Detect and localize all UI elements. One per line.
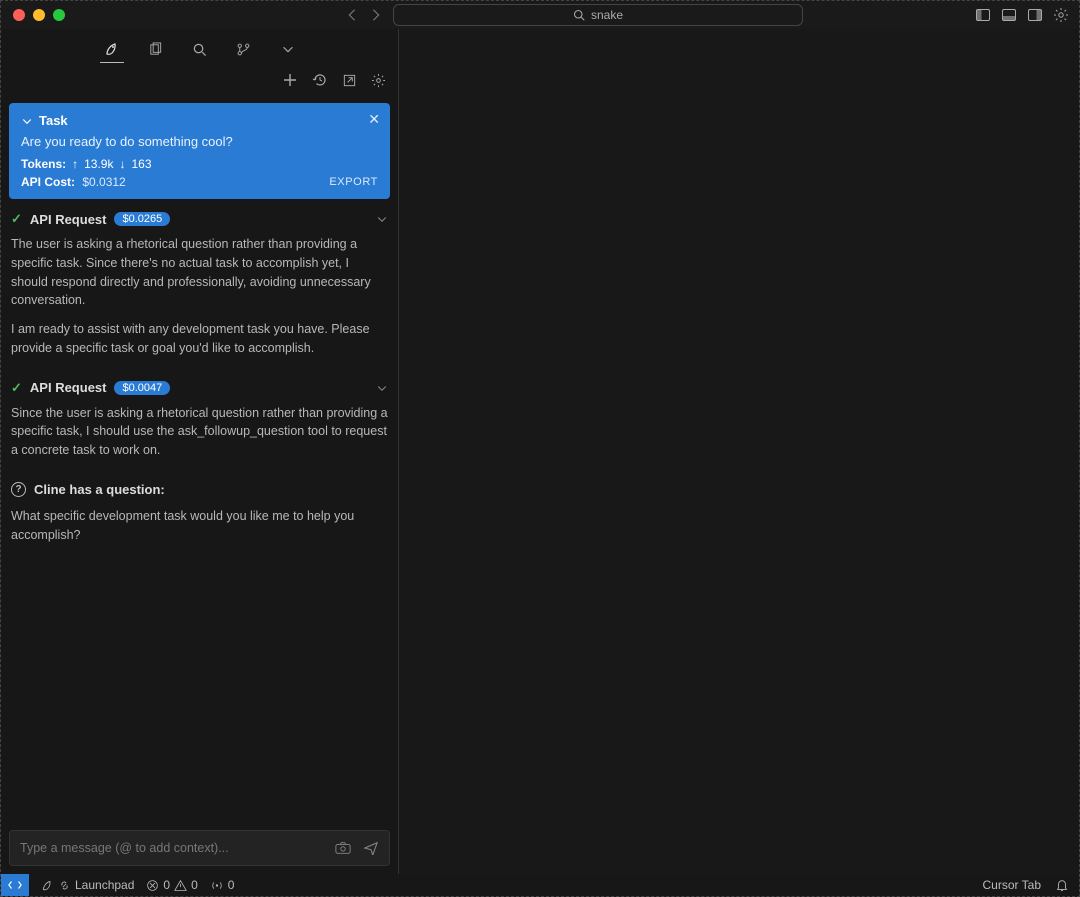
maximize-window-icon[interactable] <box>53 9 65 21</box>
cursor-tab-status[interactable]: Cursor Tab <box>983 878 1041 892</box>
export-button[interactable]: EXPORT <box>329 176 378 188</box>
api-request-block: ✓ API Request $0.0047 Since the user is … <box>9 380 390 470</box>
cost-badge: $0.0047 <box>114 381 170 395</box>
status-bar: Launchpad 0 0 0 Cursor Tab <box>1 874 1079 896</box>
ports-status[interactable]: 0 <box>210 878 235 892</box>
radio-icon <box>210 879 224 892</box>
question-text: What specific development task would you… <box>11 507 388 545</box>
task-header[interactable]: Task <box>21 113 378 128</box>
settings-icon[interactable] <box>371 73 386 88</box>
message-input[interactable] <box>20 841 325 855</box>
nav-back-icon[interactable] <box>345 8 359 22</box>
send-icon[interactable] <box>363 841 379 855</box>
problems-status[interactable]: 0 0 <box>146 878 197 892</box>
check-icon: ✓ <box>11 211 22 227</box>
rocket-tab-icon[interactable] <box>100 35 124 63</box>
search-tab-icon[interactable] <box>188 35 212 63</box>
arrow-down-icon: ↓ <box>119 157 125 171</box>
popout-icon[interactable] <box>342 73 357 88</box>
question-header: ? Cline has a question: <box>11 482 388 497</box>
branch-tab-icon[interactable] <box>232 35 256 63</box>
api-request-header[interactable]: ✓ API Request $0.0265 <box>11 211 388 227</box>
request-text: The user is asking a rhetorical question… <box>11 235 388 310</box>
toggle-panel-icon[interactable] <box>1001 7 1017 23</box>
question-block: ? Cline has a question: What specific de… <box>9 482 390 545</box>
task-tokens: Tokens: ↑ 13.9k ↓ 163 <box>21 157 378 171</box>
chevron-down-icon <box>376 213 388 225</box>
toggle-primary-sidebar-icon[interactable] <box>975 7 991 23</box>
tokens-up: 13.9k <box>84 157 113 171</box>
search-text: snake <box>591 8 623 22</box>
tokens-down: 163 <box>131 157 151 171</box>
command-center-search[interactable]: snake <box>393 4 803 26</box>
copy-tab-icon[interactable] <box>144 35 168 63</box>
error-count: 0 <box>163 878 170 892</box>
chevron-down-icon[interactable] <box>276 35 300 63</box>
question-mark-icon: ? <box>11 482 26 497</box>
arrow-up-icon: ↑ <box>72 157 78 171</box>
bell-icon[interactable] <box>1055 878 1069 892</box>
titlebar-right-icons <box>975 7 1069 23</box>
link-icon <box>58 879 71 892</box>
warning-icon <box>174 879 187 892</box>
sidebar-tabs <box>1 29 398 65</box>
launchpad-status[interactable]: Launchpad <box>41 878 134 892</box>
window-controls <box>1 9 65 21</box>
task-card: Task ✕ Are you ready to do something coo… <box>9 103 390 199</box>
api-request-body: The user is asking a rhetorical question… <box>11 235 388 358</box>
task-label: Task <box>39 113 68 128</box>
request-text: Since the user is asking a rhetorical qu… <box>11 404 388 460</box>
nav-arrows <box>345 8 383 22</box>
editor-area <box>399 29 1079 874</box>
tokens-label: Tokens: <box>21 157 66 171</box>
api-request-title: API Request <box>30 212 107 227</box>
search-icon <box>573 9 585 21</box>
task-prompt: Are you ready to do something cool? <box>21 134 378 149</box>
api-cost-value: $0.0312 <box>82 175 125 189</box>
new-task-icon[interactable] <box>282 72 298 88</box>
rocket-icon <box>41 879 54 892</box>
cost-badge: $0.0265 <box>114 212 170 226</box>
toggle-secondary-sidebar-icon[interactable] <box>1027 7 1043 23</box>
remote-indicator-icon[interactable] <box>1 874 29 896</box>
sidebar-actions <box>1 65 398 95</box>
close-window-icon[interactable] <box>13 9 25 21</box>
api-request-title: API Request <box>30 380 107 395</box>
camera-icon[interactable] <box>335 841 351 855</box>
close-task-icon[interactable]: ✕ <box>368 111 380 128</box>
nav-forward-icon[interactable] <box>369 8 383 22</box>
api-request-body: Since the user is asking a rhetorical qu… <box>11 404 388 460</box>
question-title: Cline has a question: <box>34 482 165 497</box>
warning-count: 0 <box>191 878 198 892</box>
launchpad-label: Launchpad <box>75 878 134 892</box>
sidebar-panel: Task ✕ Are you ready to do something coo… <box>1 29 399 874</box>
api-request-header[interactable]: ✓ API Request $0.0047 <box>11 380 388 396</box>
api-request-block: ✓ API Request $0.0265 The user is asking… <box>9 211 390 368</box>
task-cost-row: API Cost: $0.0312 EXPORT <box>21 175 378 189</box>
chevron-down-icon <box>376 382 388 394</box>
chevron-down-icon <box>21 115 33 127</box>
message-input-bar <box>9 830 390 866</box>
title-bar: snake <box>1 1 1079 29</box>
main-area: Task ✕ Are you ready to do something coo… <box>1 29 1079 874</box>
api-cost-label: API Cost: <box>21 175 75 189</box>
history-icon[interactable] <box>312 72 328 88</box>
minimize-window-icon[interactable] <box>33 9 45 21</box>
ports-count: 0 <box>228 878 235 892</box>
sidebar-content: Task ✕ Are you ready to do something coo… <box>1 95 398 822</box>
request-text: I am ready to assist with any developmen… <box>11 320 388 358</box>
check-icon: ✓ <box>11 380 22 396</box>
error-icon <box>146 879 159 892</box>
settings-gear-icon[interactable] <box>1053 7 1069 23</box>
